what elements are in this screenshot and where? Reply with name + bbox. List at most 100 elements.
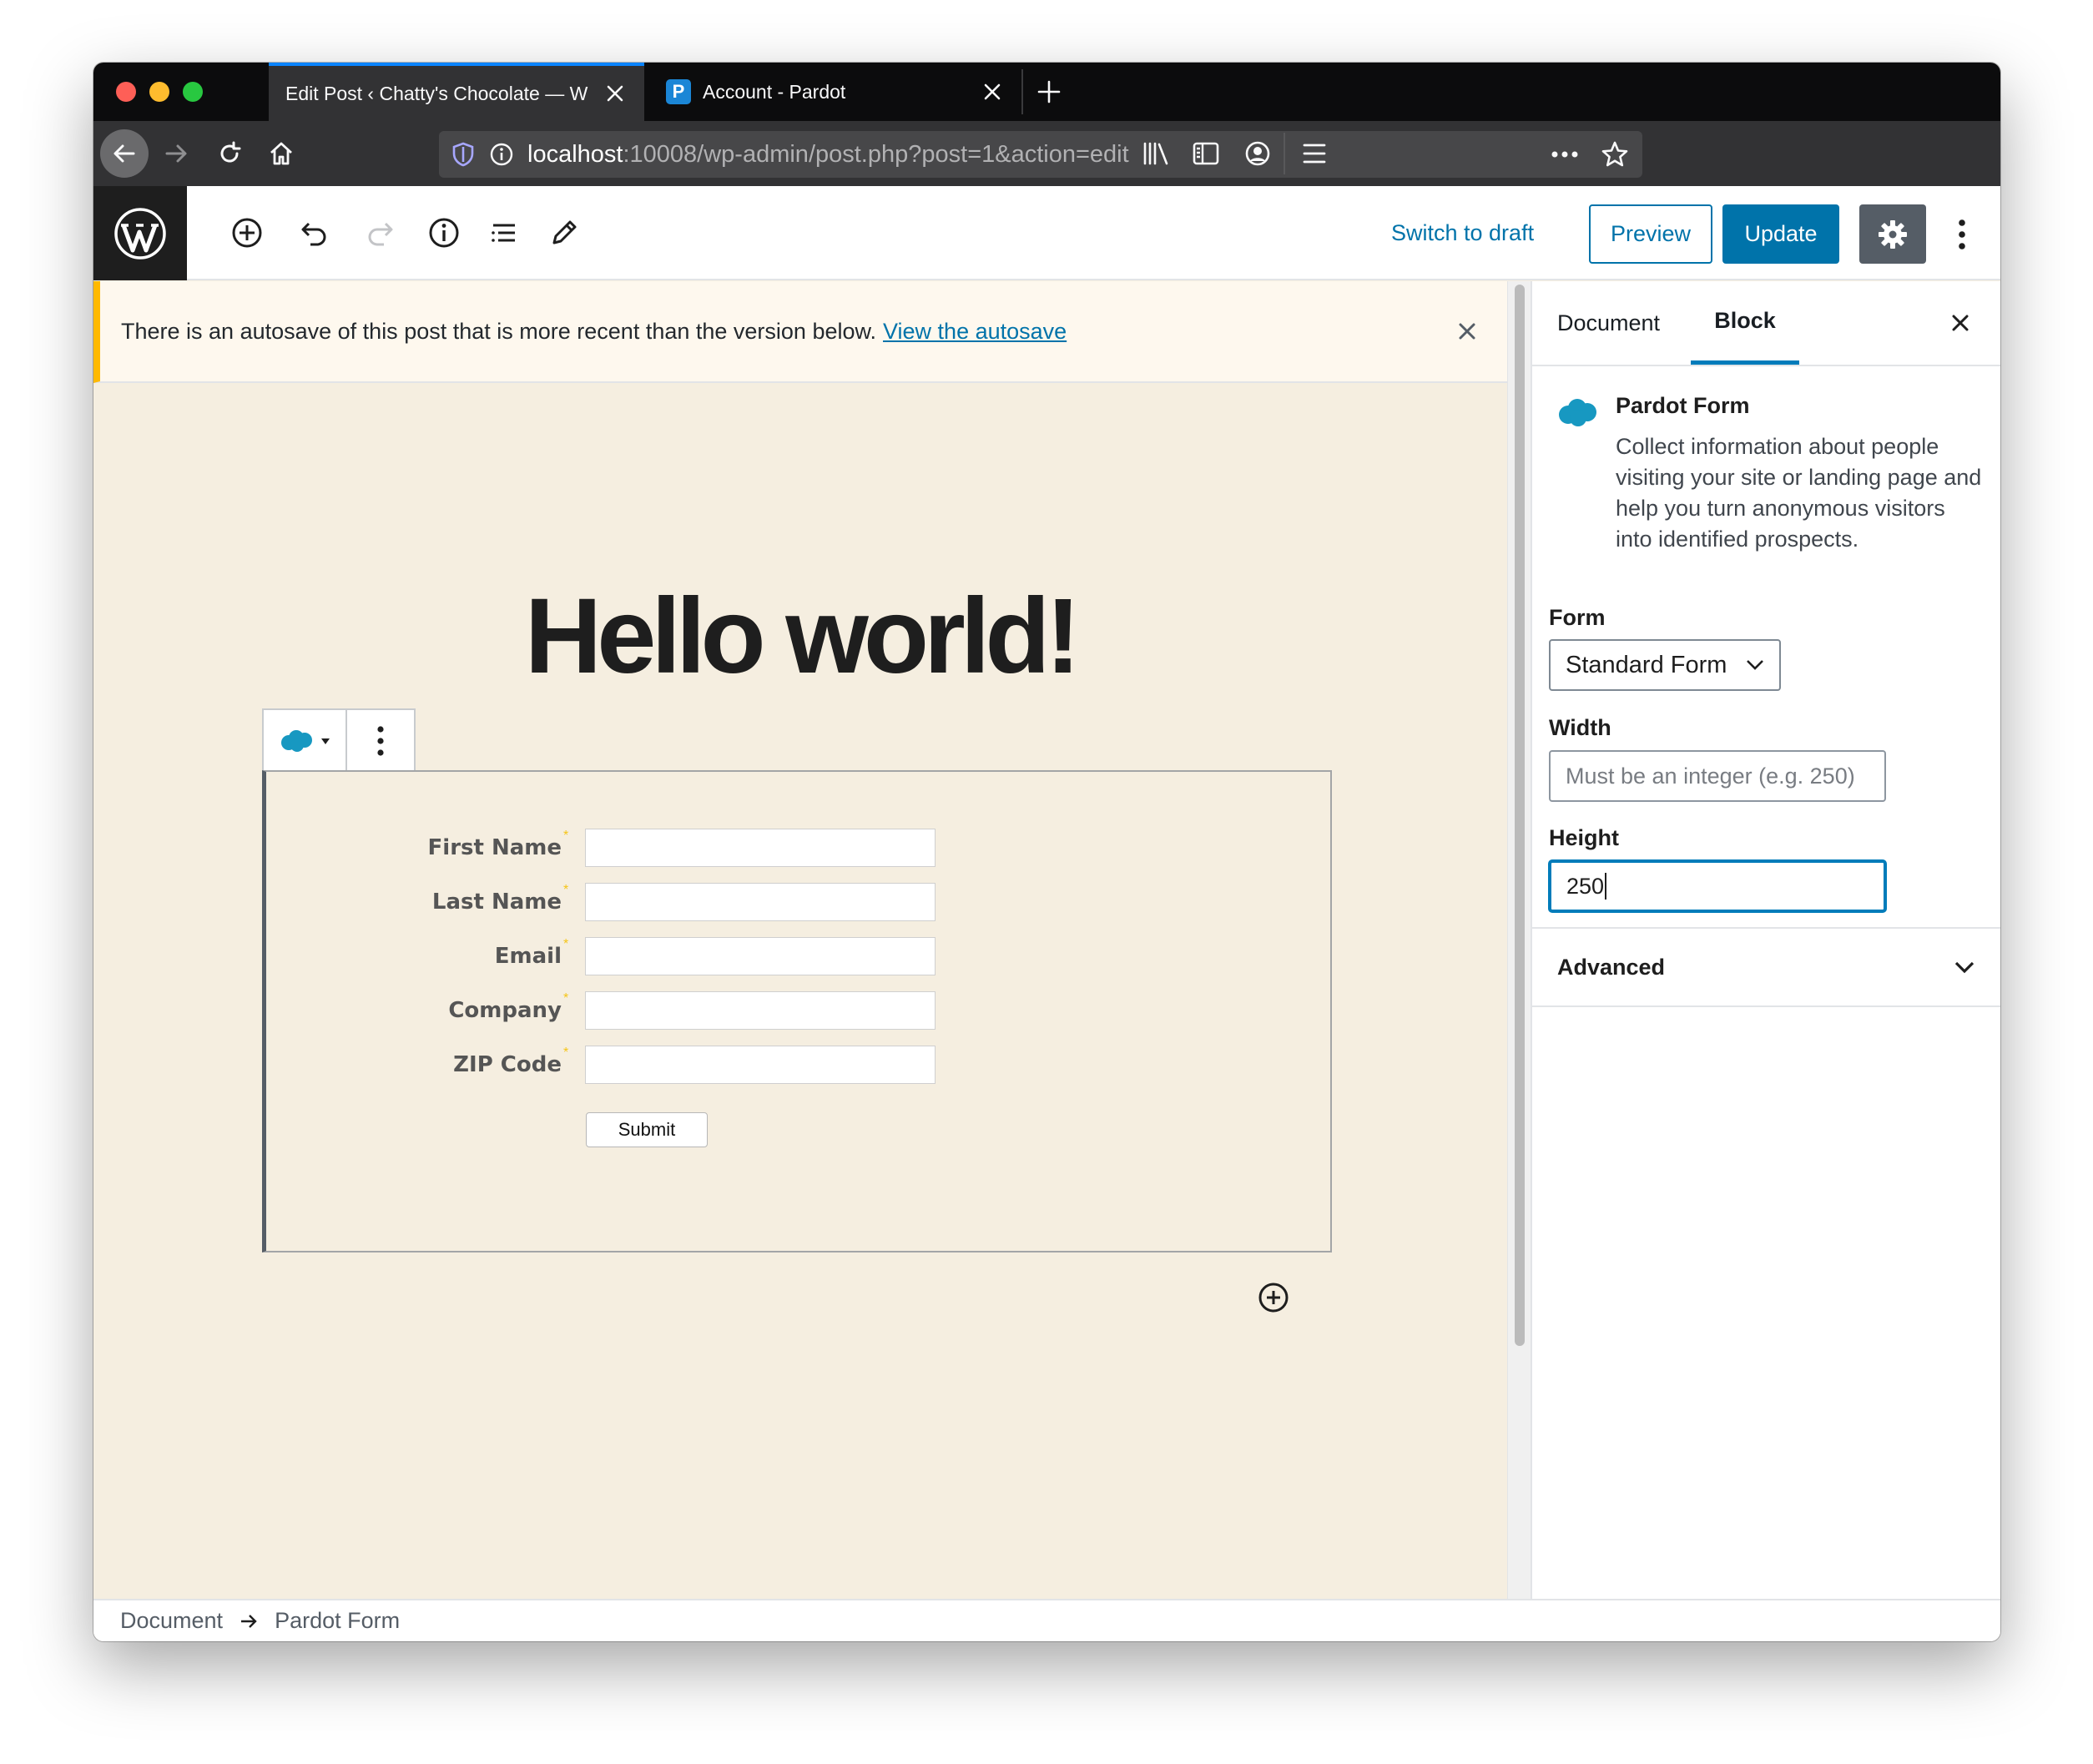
account-icon[interactable] (1233, 129, 1282, 178)
arrow-right-icon (240, 1614, 258, 1629)
pardot-favicon-icon: P (666, 79, 691, 104)
required-star: * (563, 1046, 569, 1060)
maximize-window-button[interactable] (183, 82, 203, 102)
close-sidebar-icon[interactable] (1945, 308, 1975, 338)
width-label: Width (1549, 715, 1611, 740)
tab-bar: Edit Post ‹ Chatty's Chocolate — W P Acc… (93, 63, 2000, 121)
block-toolbar (262, 708, 416, 772)
tab-edit-post[interactable]: Edit Post ‹ Chatty's Chocolate — W (269, 63, 644, 121)
height-label: Height (1549, 825, 1619, 850)
tab-document[interactable]: Document (1557, 281, 1660, 365)
bookmark-star-icon[interactable] (1601, 140, 1629, 169)
text-caret (1605, 873, 1607, 900)
block-switcher-button[interactable] (264, 710, 347, 772)
form-row-email: Email * (266, 937, 1017, 975)
editor-header: Switch to draft Preview Update (93, 186, 2000, 280)
company-input[interactable] (585, 991, 936, 1030)
edit-mode-pencil-icon[interactable] (541, 209, 588, 256)
salesforce-cloud-icon (1559, 399, 1596, 426)
home-button[interactable] (257, 129, 305, 178)
company-label: Company (448, 998, 562, 1023)
zip-code-input[interactable] (585, 1046, 936, 1084)
update-button[interactable]: Update (1722, 204, 1839, 264)
add-block-inserter-icon[interactable] (1257, 1281, 1290, 1314)
close-tab-icon[interactable] (603, 81, 628, 106)
add-block-icon[interactable] (224, 209, 270, 256)
post-title[interactable]: Hello world! (93, 575, 1507, 698)
email-input[interactable] (585, 937, 936, 975)
breadcrumb-document[interactable]: Document (120, 1608, 223, 1634)
forward-button[interactable] (152, 129, 200, 178)
block-card-description: Collect information about people visitin… (1616, 434, 1982, 552)
editor-canvas: Hello world! First Name * Last Name * Em… (93, 383, 1507, 1599)
settings-sidebar: Document Block Pardot Form Collect infor… (1531, 281, 2000, 1599)
block-options-icon[interactable] (347, 710, 414, 772)
minimize-window-button[interactable] (149, 82, 169, 102)
sidebar-toggle-icon[interactable] (1182, 129, 1230, 178)
breadcrumb-pardot-form[interactable]: Pardot Form (275, 1608, 400, 1634)
more-tools-icon[interactable] (1941, 209, 1983, 260)
tracking-shield-icon[interactable] (452, 142, 474, 167)
address-bar[interactable]: localhost:10008/wp-admin/post.php?post=1… (439, 131, 1642, 178)
required-star: * (563, 937, 569, 951)
form-row-company: Company * (266, 991, 1017, 1030)
notice-text: There is an autosave of this post that i… (121, 318, 877, 344)
app-menu-icon[interactable] (1290, 129, 1339, 178)
height-input[interactable]: 250 (1549, 860, 1886, 912)
last-name-input[interactable] (585, 883, 936, 921)
new-tab-button[interactable] (1030, 73, 1068, 111)
form-row-zip-code: ZIP Code * (266, 1046, 1017, 1084)
editor-scrollbar[interactable] (1507, 281, 1531, 1599)
width-input[interactable]: Must be an integer (e.g. 250) (1549, 750, 1886, 802)
close-window-button[interactable] (116, 82, 136, 102)
first-name-input[interactable] (585, 829, 936, 867)
browser-window: Edit Post ‹ Chatty's Chocolate — W P Acc… (93, 63, 2000, 1641)
view-autosave-link[interactable]: View the autosave (883, 319, 1067, 345)
block-navigation-icon[interactable] (481, 209, 527, 256)
required-star: * (563, 883, 569, 897)
settings-gear-icon[interactable] (1859, 204, 1926, 264)
undo-icon[interactable] (290, 209, 337, 256)
form-select-value: Standard Form (1566, 651, 1727, 678)
url-host: localhost (527, 140, 623, 168)
block-breadcrumb: Document Pardot Form (93, 1599, 2000, 1641)
chevron-down-icon (1746, 659, 1764, 671)
form-select-label: Form (1549, 605, 1606, 630)
library-icon[interactable] (1132, 129, 1180, 178)
site-info-icon[interactable] (489, 142, 514, 167)
first-name-label: First Name (427, 835, 562, 860)
submit-button[interactable]: Submit (586, 1112, 708, 1147)
redo-icon[interactable] (357, 209, 404, 256)
zip-code-label: ZIP Code (453, 1052, 562, 1077)
switch-to-draft-button[interactable]: Switch to draft (1391, 186, 1534, 280)
required-star: * (563, 991, 569, 1005)
salesforce-cloud-icon (281, 730, 312, 752)
toolbar-divider (1284, 133, 1285, 174)
tab-separator (1021, 69, 1023, 114)
pardot-form-block[interactable]: First Name * Last Name * Email * Company… (262, 770, 1332, 1252)
tab-title: Account - Pardot (703, 80, 846, 103)
advanced-panel-toggle[interactable]: Advanced (1532, 927, 2000, 1007)
dismiss-notice-icon[interactable] (1452, 316, 1482, 346)
sidebar-tabs: Document Block (1532, 281, 2000, 366)
url-path: :10008/wp-admin/post.php?post=1&action=e… (623, 140, 1129, 168)
form-select[interactable]: Standard Form (1549, 639, 1781, 691)
required-star: * (563, 829, 569, 843)
width-placeholder: Must be an integer (e.g. 250) (1566, 763, 1855, 789)
wordpress-logo-icon[interactable] (93, 186, 187, 280)
content-info-icon[interactable] (421, 209, 467, 256)
email-label: Email (494, 944, 562, 969)
close-tab-icon[interactable] (980, 79, 1005, 104)
tab-block[interactable]: Block (1691, 281, 1799, 365)
advanced-label: Advanced (1557, 954, 1666, 980)
scrollbar-thumb[interactable] (1515, 285, 1525, 1346)
reload-button[interactable] (205, 129, 254, 178)
navigation-bar: localhost:10008/wp-admin/post.php?post=1… (93, 121, 2000, 186)
tab-pardot-account[interactable]: P Account - Pardot (646, 63, 1021, 121)
back-button[interactable] (100, 129, 149, 178)
preview-button[interactable]: Preview (1589, 204, 1712, 264)
page-actions-icon[interactable] (1551, 150, 1579, 159)
block-card-title: Pardot Form (1616, 393, 1750, 418)
tab-title: Edit Post ‹ Chatty's Chocolate — W (285, 82, 588, 104)
last-name-label: Last Name (431, 890, 562, 915)
